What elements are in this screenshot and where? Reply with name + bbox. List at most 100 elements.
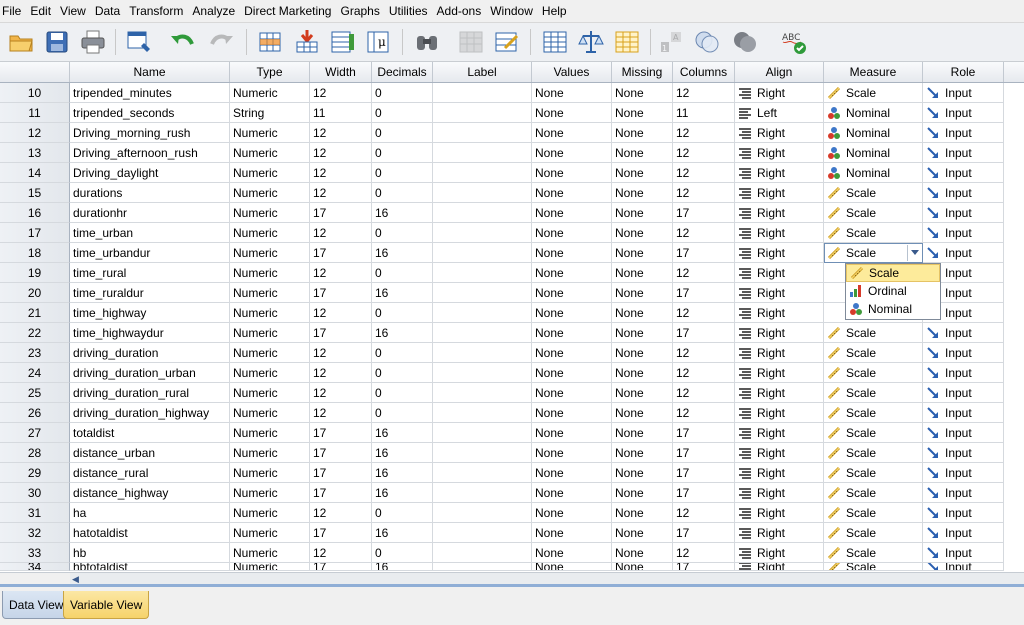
column-header-align[interactable]: Align [735, 62, 824, 82]
cell-width[interactable]: 12 [310, 183, 372, 203]
cell-measure[interactable]: Scale [824, 503, 923, 523]
cell-align[interactable]: Right [735, 203, 824, 223]
cell-measure[interactable]: Scale [824, 83, 923, 103]
cell-columns[interactable]: 12 [673, 163, 735, 183]
column-header-measure[interactable]: Measure [824, 62, 923, 82]
cell-missing[interactable]: None [612, 483, 673, 503]
menu-transform[interactable]: Transform [125, 0, 188, 22]
cell-label[interactable] [433, 243, 532, 263]
cell-measure[interactable]: Nominal [824, 143, 923, 163]
menu-help[interactable]: Help [538, 0, 572, 22]
menu-add-ons[interactable]: Add-ons [433, 0, 487, 22]
cell-values[interactable]: None [532, 503, 612, 523]
cell-name[interactable]: durationhr [70, 203, 230, 223]
cell-width[interactable]: 17 [310, 243, 372, 263]
cell-decimals[interactable]: 16 [372, 423, 433, 443]
cell-missing[interactable]: None [612, 143, 673, 163]
cell-values[interactable]: None [532, 563, 612, 571]
row-number[interactable]: 20 [0, 283, 70, 303]
cell-role[interactable]: Input [923, 503, 1004, 523]
undo-icon[interactable] [168, 27, 198, 57]
cell-label[interactable] [433, 503, 532, 523]
cell-measure[interactable]: Nominal [824, 163, 923, 183]
cell-type[interactable]: Numeric [230, 203, 310, 223]
cell-label[interactable] [433, 163, 532, 183]
row-number[interactable]: 14 [0, 163, 70, 183]
cell-missing[interactable]: None [612, 243, 673, 263]
tab-data-view[interactable]: Data View [2, 591, 71, 619]
cell-missing[interactable]: None [612, 203, 673, 223]
row-number[interactable]: 19 [0, 263, 70, 283]
cell-decimals[interactable]: 0 [372, 403, 433, 423]
cell-measure[interactable]: Scale [824, 543, 923, 563]
cell-missing[interactable]: None [612, 403, 673, 423]
cell-name[interactable]: distance_highway [70, 483, 230, 503]
cell-role[interactable]: Input [923, 343, 1004, 363]
row-number[interactable]: 29 [0, 463, 70, 483]
cell-values[interactable]: None [532, 323, 612, 343]
cell-columns[interactable]: 12 [673, 503, 735, 523]
cell-type[interactable]: Numeric [230, 523, 310, 543]
cell-columns[interactable]: 12 [673, 83, 735, 103]
cell-missing[interactable]: None [612, 103, 673, 123]
cell-columns[interactable]: 12 [673, 403, 735, 423]
cell-decimals[interactable]: 0 [372, 103, 433, 123]
menu-analyze[interactable]: Analyze [188, 0, 240, 22]
cell-missing[interactable]: None [612, 323, 673, 343]
run-descriptives-icon[interactable]: μ [364, 27, 394, 57]
cell-width[interactable]: 12 [310, 263, 372, 283]
cell-align[interactable]: Right [735, 423, 824, 443]
cell-width[interactable]: 12 [310, 123, 372, 143]
cell-decimals[interactable]: 0 [372, 163, 433, 183]
cell-decimals[interactable]: 0 [372, 363, 433, 383]
cell-measure[interactable]: Scale [824, 523, 923, 543]
cell-decimals[interactable]: 0 [372, 543, 433, 563]
cell-missing[interactable]: None [612, 83, 673, 103]
cell-align[interactable]: Right [735, 463, 824, 483]
measure-option-nominal[interactable]: Nominal [846, 300, 940, 318]
cell-name[interactable]: time_highway [70, 303, 230, 323]
cell-name[interactable]: driving_duration_highway [70, 403, 230, 423]
cell-align[interactable]: Right [735, 163, 824, 183]
cell-name[interactable]: Driving_daylight [70, 163, 230, 183]
menu-graphs[interactable]: Graphs [336, 0, 384, 22]
row-number[interactable]: 13 [0, 143, 70, 163]
split-file-icon[interactable] [540, 27, 570, 57]
row-number[interactable]: 24 [0, 363, 70, 383]
cell-align[interactable]: Right [735, 443, 824, 463]
cell-label[interactable] [433, 383, 532, 403]
cell-decimals[interactable]: 0 [372, 83, 433, 103]
value-labels-icon[interactable]: 1A [656, 27, 686, 57]
cell-columns[interactable]: 17 [673, 523, 735, 543]
cell-values[interactable]: None [532, 143, 612, 163]
cell-type[interactable]: Numeric [230, 323, 310, 343]
cell-name[interactable]: distance_urban [70, 443, 230, 463]
cell-type[interactable]: String [230, 103, 310, 123]
cell-align[interactable]: Right [735, 563, 824, 571]
cell-align[interactable]: Right [735, 303, 824, 323]
cell-missing[interactable]: None [612, 123, 673, 143]
cell-values[interactable]: None [532, 263, 612, 283]
cell-type[interactable]: Numeric [230, 543, 310, 563]
row-number[interactable]: 18 [0, 243, 70, 263]
cell-label[interactable] [433, 463, 532, 483]
cell-label[interactable] [433, 123, 532, 143]
measure-option-scale[interactable]: Scale [846, 264, 940, 282]
cell-width[interactable]: 12 [310, 403, 372, 423]
cell-values[interactable]: None [532, 183, 612, 203]
cell-name[interactable]: Driving_morning_rush [70, 123, 230, 143]
cell-name[interactable]: driving_duration [70, 343, 230, 363]
cell-type[interactable]: Numeric [230, 503, 310, 523]
cell-role[interactable]: Input [923, 543, 1004, 563]
cell-type[interactable]: Numeric [230, 343, 310, 363]
find-icon[interactable] [412, 27, 442, 57]
cell-measure[interactable]: Scale [824, 563, 923, 571]
cell-measure[interactable]: Scale [824, 223, 923, 243]
cell-name[interactable]: distance_rural [70, 463, 230, 483]
cell-missing[interactable]: None [612, 163, 673, 183]
column-header-width[interactable]: Width [310, 62, 372, 82]
cell-role[interactable]: Input [923, 463, 1004, 483]
scroll-left-arrow-icon[interactable]: ◀ [72, 574, 79, 584]
cell-missing[interactable]: None [612, 543, 673, 563]
cell-columns[interactable]: 12 [673, 263, 735, 283]
